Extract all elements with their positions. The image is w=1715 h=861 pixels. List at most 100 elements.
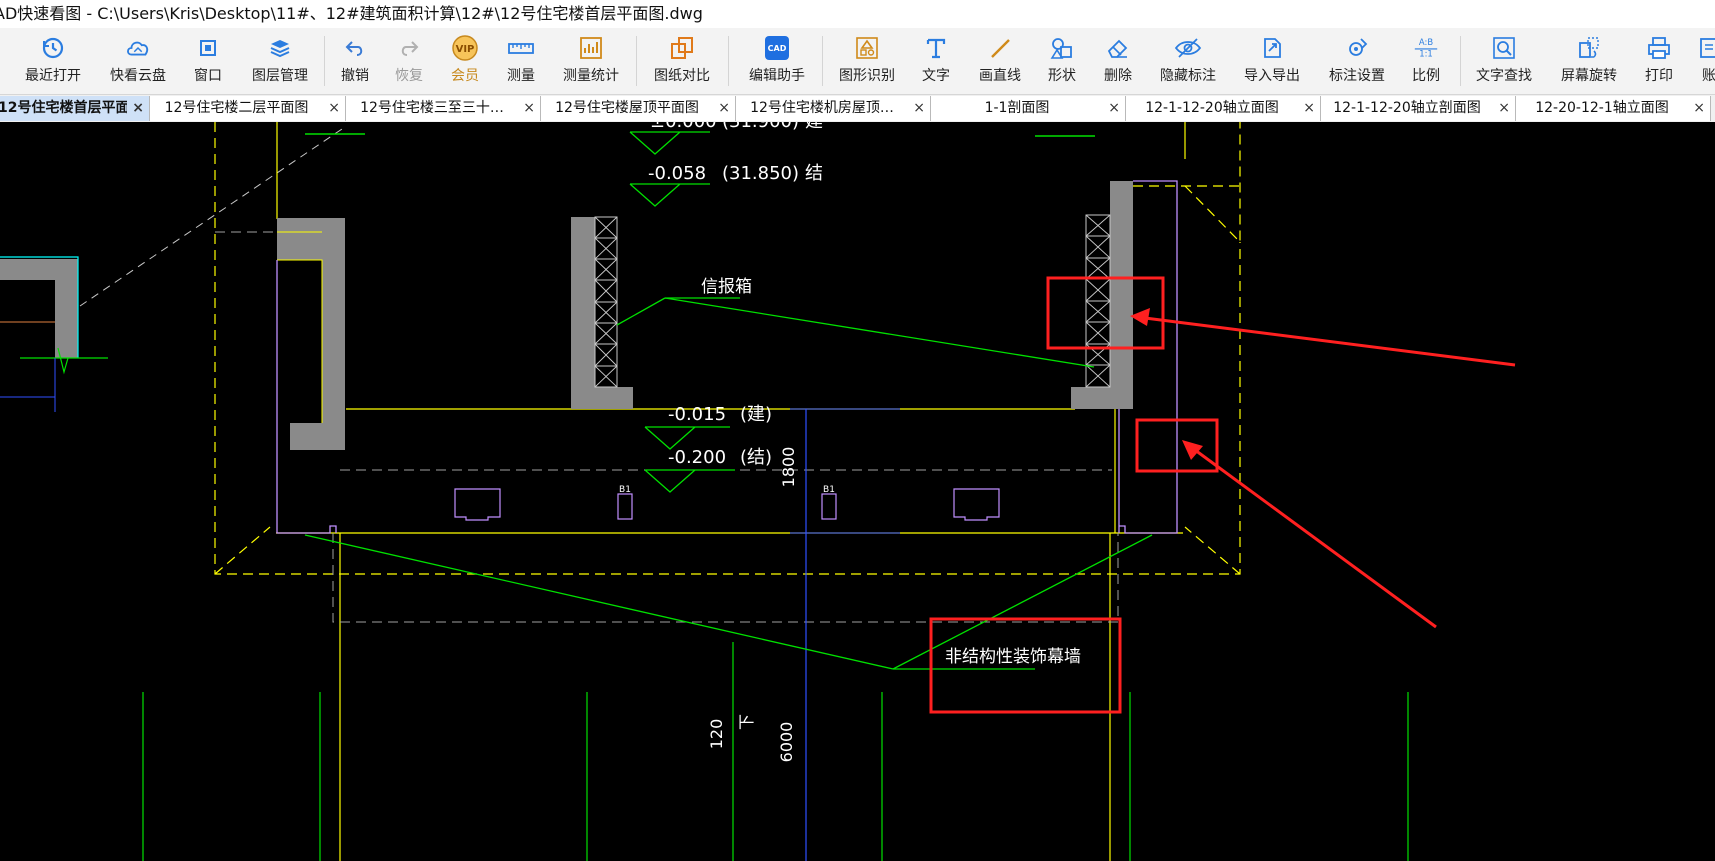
right-wall-column	[1071, 181, 1133, 409]
elevation-text: (结)	[740, 447, 772, 468]
tab-close-icon[interactable]: ×	[1108, 96, 1120, 121]
scale-icon: A:B 1:1	[1412, 34, 1440, 62]
eraser-icon	[1104, 34, 1132, 62]
shapes-icon	[1048, 34, 1076, 62]
red-arrows	[1130, 308, 1516, 629]
mailbox-wall	[571, 216, 633, 409]
fixture-tag: B1	[823, 485, 835, 495]
scale-icon-top-text: A:B	[1419, 37, 1433, 47]
screen-rotate-button[interactable]: 屏幕旋转	[1555, 34, 1623, 90]
print-button[interactable]: 打印	[1635, 34, 1683, 90]
edit-helper-button[interactable]: CAD 编辑助手	[740, 34, 814, 90]
scale-button[interactable]: A:B 1:1 比例	[1404, 34, 1448, 90]
import-export-label: 导入导出	[1244, 68, 1300, 84]
hatch-lines	[594, 216, 618, 388]
account-button[interactable]: 账	[1694, 34, 1715, 90]
elevation-text: -0.200	[668, 447, 726, 468]
text-search-button[interactable]: 文字查找	[1470, 34, 1538, 90]
cloud-disk-label: 快看云盘	[110, 68, 166, 84]
cad-edit-icon: CAD	[763, 34, 791, 62]
main-toolbar: 最近打开 快看云盘 窗口 图层管理 撤销 恢复 VIP 会员 测量 测量统计 图…	[0, 28, 1715, 95]
layer-manager-button[interactable]: 图层管理	[243, 34, 317, 90]
text-search-icon	[1490, 34, 1518, 62]
vip-button[interactable]: VIP 会员	[443, 34, 487, 90]
toolbar-separator	[1460, 36, 1461, 86]
tab-label: 1-1剖面图	[984, 100, 1050, 116]
left-wall-column	[277, 218, 345, 450]
shape-tool-button[interactable]: 形状	[1040, 34, 1084, 90]
recent-open-label: 最近打开	[25, 68, 81, 84]
scale-label: 比例	[1412, 68, 1440, 84]
text-search-label: 文字查找	[1476, 68, 1532, 84]
settings-pen-icon	[1343, 34, 1371, 62]
cloud-disk-button[interactable]: 快看云盘	[98, 34, 178, 90]
tab-close-icon[interactable]: ×	[132, 96, 144, 121]
compare-icon	[668, 34, 696, 62]
tab-close-icon[interactable]: ×	[1498, 96, 1510, 121]
tab-machine-room-roof[interactable]: 12号住宅楼机房屋顶… ×	[736, 96, 931, 121]
redo-icon	[395, 34, 423, 62]
mailbox-leader	[616, 297, 1095, 368]
draw-line-button[interactable]: 画直线	[970, 34, 1030, 90]
redo-button[interactable]: 恢复	[387, 34, 431, 90]
tab-roof-plan[interactable]: 12号住宅楼屋顶平面图 ×	[541, 96, 736, 121]
account-label: 账	[1702, 68, 1715, 84]
dimension-text: 120	[707, 719, 726, 750]
tab-close-icon[interactable]: ×	[913, 96, 925, 121]
hide-annotation-button[interactable]: 隐藏标注	[1156, 34, 1220, 90]
dimension-text: 1800	[779, 447, 798, 488]
tab-typical-floor-plan[interactable]: 12号住宅楼三至三十… ×	[346, 96, 541, 121]
shape-recognize-button[interactable]: 图形识别	[832, 34, 902, 90]
recent-open-button[interactable]: 最近打开	[18, 34, 88, 90]
delete-button[interactable]: 删除	[1096, 34, 1140, 90]
edit-helper-label: 编辑助手	[749, 68, 805, 84]
toolbar-separator	[324, 36, 325, 86]
elevation-text: (建)	[740, 404, 772, 425]
tab-label: 12-1-12-20轴立面图	[1145, 100, 1279, 116]
left-partial-wall	[0, 256, 108, 412]
undo-label: 撤销	[341, 68, 369, 84]
dashed-leader-line	[79, 126, 346, 307]
annotation-settings-button[interactable]: 标注设置	[1323, 34, 1391, 90]
tab-elevation-12-1-12-20[interactable]: 12-1-12-20轴立面图 ×	[1126, 96, 1321, 121]
elevation-markers	[629, 131, 735, 493]
tab-close-icon[interactable]: ×	[523, 96, 535, 121]
tab-second-floor-plan[interactable]: 12号住宅楼二层平面图 ×	[150, 96, 346, 121]
drawing-compare-button[interactable]: 图纸对比	[646, 34, 718, 90]
tab-elevation-12-20-12-1[interactable]: 12-20-12-1轴立面图 ×	[1516, 96, 1711, 121]
undo-button[interactable]: 撤销	[333, 34, 377, 90]
dimension-text: 6000	[777, 722, 796, 763]
text-tool-button[interactable]: 文字	[914, 34, 958, 90]
tab-label: 12-1-12-20轴立剖面图	[1333, 100, 1481, 116]
line-icon	[986, 34, 1014, 62]
tab-first-floor-plan[interactable]: 12号住宅楼首层平面图 ×	[0, 96, 150, 121]
window-button[interactable]: 窗口	[183, 34, 233, 90]
tab-close-icon[interactable]: ×	[1693, 96, 1705, 121]
toolbar-separator	[728, 36, 729, 86]
measure-stats-button[interactable]: 测量统计	[556, 34, 626, 90]
purple-outlines	[276, 180, 1178, 534]
blue-axis-line	[790, 408, 900, 861]
tab-close-icon[interactable]: ×	[328, 96, 340, 121]
clock-icon	[39, 34, 67, 62]
measure-button[interactable]: 测量	[498, 34, 544, 90]
tab-section-1-1[interactable]: 1-1剖面图 ×	[931, 96, 1126, 121]
tab-label: 12号住宅楼屋顶平面图	[555, 100, 699, 116]
measure-label: 测量	[507, 68, 535, 84]
draw-line-label: 画直线	[979, 68, 1021, 84]
hatch-lines	[1085, 214, 1111, 388]
drawing-canvas[interactable]: B1 B1 ±0.000 (31.900) 建 -0.058 (31.850) …	[0, 122, 1715, 861]
eye-slash-icon	[1174, 34, 1202, 62]
text-tool-label: 文字	[922, 68, 950, 84]
import-export-button[interactable]: 导入导出	[1238, 34, 1306, 90]
elevation-text: 结	[805, 163, 823, 184]
tab-elevation-section-12-1-12-20[interactable]: 12-1-12-20轴立剖面图 ×	[1321, 96, 1516, 121]
cad-drawing: B1 B1 ±0.000 (31.900) 建 -0.058 (31.850) …	[0, 122, 1516, 861]
rotate-icon	[1575, 34, 1603, 62]
tab-close-icon[interactable]: ×	[718, 96, 730, 121]
redo-label: 恢复	[395, 68, 423, 84]
tab-close-icon[interactable]: ×	[1303, 96, 1315, 121]
cloud-icon	[124, 34, 152, 62]
shape-tool-label: 形状	[1048, 68, 1076, 84]
tab-label: 12-20-12-1轴立面图	[1535, 100, 1669, 116]
